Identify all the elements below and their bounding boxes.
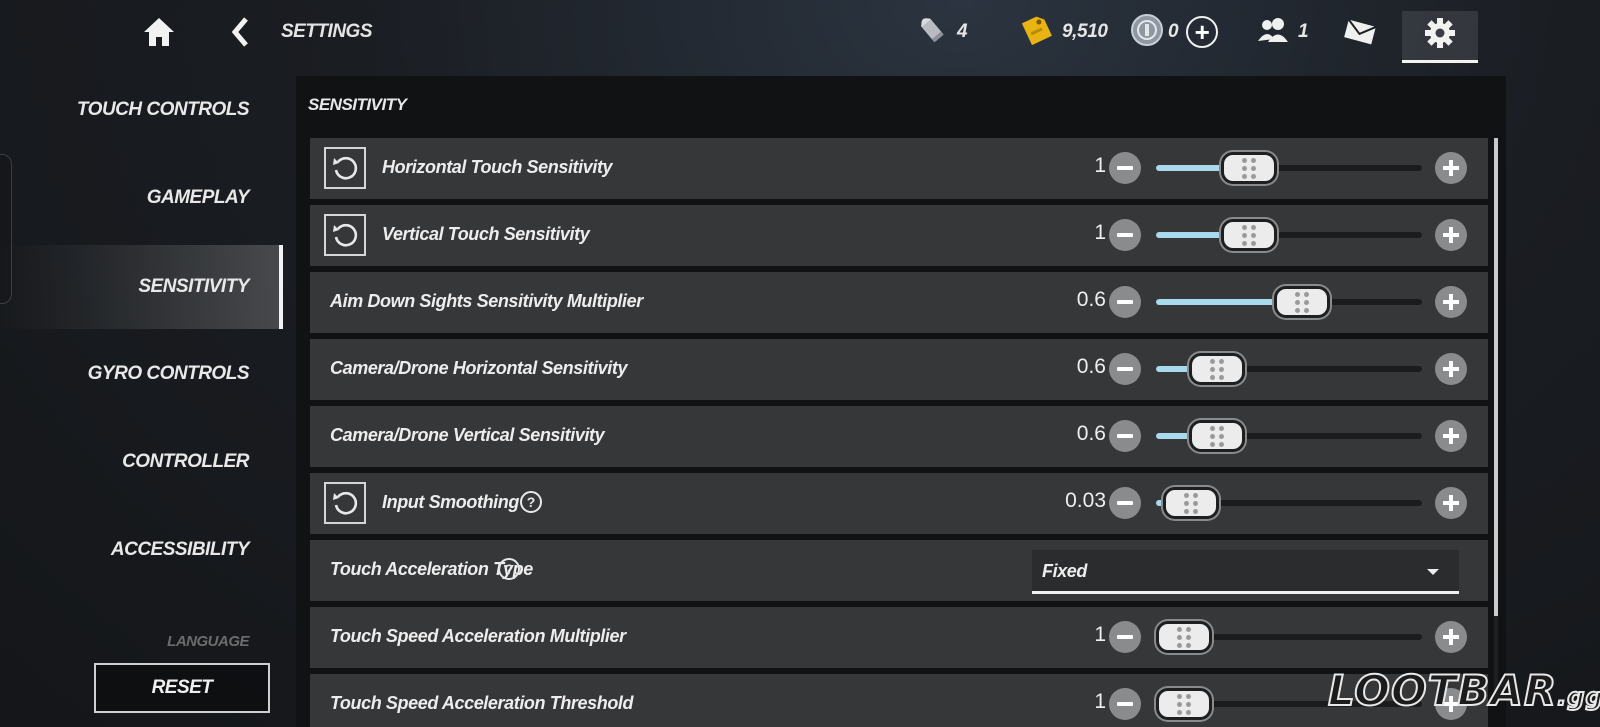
slider-track[interactable] xyxy=(1156,219,1422,251)
setting-row-touch-speed-acceleration-multiplier: Touch Speed Acceleration Multiplier 1 xyxy=(310,607,1488,668)
renown-count: 9,510 xyxy=(1062,21,1108,42)
increase-button[interactable] xyxy=(1435,621,1467,653)
slider-track[interactable] xyxy=(1156,353,1422,385)
slider-track[interactable] xyxy=(1156,487,1422,519)
add-credits-button[interactable]: + xyxy=(1186,16,1219,48)
decrease-button[interactable] xyxy=(1109,621,1141,653)
decrease-button[interactable] xyxy=(1109,286,1141,318)
sidebar-item-sensitivity[interactable]: SENSITIVITY xyxy=(0,245,283,329)
r6-credits-counter: 0 + xyxy=(1130,13,1219,52)
slider-track[interactable] xyxy=(1156,286,1422,318)
gear-icon xyxy=(1424,17,1456,54)
reset-default-icon[interactable] xyxy=(324,214,366,256)
setting-label: Aim Down Sights Sensitivity Multiplier xyxy=(330,291,643,311)
home-icon[interactable] xyxy=(142,16,176,48)
setting-label: Camera/Drone Vertical Sensitivity xyxy=(330,425,605,445)
reset-default-icon[interactable] xyxy=(324,482,366,524)
scrollbar-thumb[interactable] xyxy=(1494,138,1498,616)
sidebar-item-language[interactable]: LANGUAGE xyxy=(0,620,257,650)
setting-row-touch-speed-acceleration-threshold: Touch Speed Acceleration Threshold 1 xyxy=(310,674,1488,727)
back-arrow-icon[interactable] xyxy=(230,16,252,48)
setting-value: 0.03 xyxy=(1065,489,1106,512)
decrease-button[interactable] xyxy=(1109,688,1141,720)
slider-track[interactable] xyxy=(1156,152,1422,184)
decrease-button[interactable] xyxy=(1109,487,1141,519)
help-icon[interactable]: ? xyxy=(498,558,520,580)
decrease-button[interactable] xyxy=(1109,353,1141,385)
top-bar: SETTINGS 4 9,510 0 + 1 xyxy=(0,0,1600,64)
section-title: SENSITIVITY xyxy=(308,95,407,114)
setting-value: 1 xyxy=(1094,690,1106,713)
sidebar-item-gyro-controls[interactable]: GYRO CONTROLS xyxy=(0,332,257,416)
slider-track[interactable] xyxy=(1156,621,1422,653)
touch-acceleration-type-dropdown[interactable]: Fixed xyxy=(1032,550,1459,594)
reset-button[interactable]: RESET xyxy=(94,663,270,713)
setting-value: 1 xyxy=(1094,154,1106,177)
ammo-count: 4 xyxy=(957,21,968,42)
friends-icon xyxy=(1256,15,1290,50)
increase-button[interactable] xyxy=(1435,219,1467,251)
setting-label: Input Smoothing xyxy=(382,492,519,512)
setting-label: Vertical Touch Sensitivity xyxy=(382,224,590,244)
friends-count: 1 xyxy=(1298,21,1309,42)
slider-thumb[interactable] xyxy=(1163,487,1219,519)
setting-value: 1 xyxy=(1094,221,1106,244)
setting-label: Touch Speed Acceleration Multiplier xyxy=(330,626,626,646)
slider-thumb[interactable] xyxy=(1221,219,1277,251)
help-icon[interactable]: ? xyxy=(520,491,542,513)
slider-thumb[interactable] xyxy=(1189,420,1245,452)
slider-thumb[interactable] xyxy=(1156,688,1212,720)
setting-row-vertical-touch-sensitivity: Vertical Touch Sensitivity 1 xyxy=(310,205,1488,266)
setting-row-touch-acceleration-type: Touch Acceleration Type? Fixed xyxy=(310,540,1488,601)
increase-button[interactable] xyxy=(1435,286,1467,318)
setting-value: 0.6 xyxy=(1076,288,1106,311)
setting-row-horizontal-touch-sensitivity: Horizontal Touch Sensitivity 1 xyxy=(310,138,1488,199)
dropdown-selected-value: Fixed xyxy=(1042,561,1088,581)
setting-row-input-smoothing: Input Smoothing? 0.03 xyxy=(310,473,1488,534)
setting-row-camera-drone-vertical-sensitivity: Camera/Drone Vertical Sensitivity 0.6 xyxy=(310,406,1488,467)
increase-button[interactable] xyxy=(1435,353,1467,385)
r6-credits-count: 0 xyxy=(1168,21,1179,42)
setting-label: Touch Speed Acceleration Threshold xyxy=(330,693,634,713)
slider-thumb[interactable] xyxy=(1274,286,1330,318)
friends-button[interactable]: 1 xyxy=(1256,14,1309,50)
ammo-icon xyxy=(915,13,949,52)
settings-panel: SENSITIVITY Horizontal Touch Sensitivity… xyxy=(296,76,1506,727)
decrease-button[interactable] xyxy=(1109,219,1141,251)
mail-icon[interactable] xyxy=(1344,18,1377,46)
setting-value: 0.6 xyxy=(1076,422,1106,445)
reset-default-icon[interactable] xyxy=(324,147,366,189)
decrease-button[interactable] xyxy=(1109,420,1141,452)
setting-value: 1 xyxy=(1094,623,1106,646)
increase-button[interactable] xyxy=(1435,420,1467,452)
setting-row-camera-drone-horizontal-sensitivity: Camera/Drone Horizontal Sensitivity 0.6 xyxy=(310,339,1488,400)
setting-value: 0.6 xyxy=(1076,355,1106,378)
slider-thumb[interactable] xyxy=(1156,621,1212,653)
renown-counter[interactable]: 9,510 xyxy=(1018,14,1108,50)
settings-sidebar: TOUCH CONTROLS GAMEPLAY SENSITIVITY GYRO… xyxy=(0,64,285,727)
r6-credits-coin-icon xyxy=(1130,13,1164,52)
chevron-down-icon xyxy=(1427,569,1439,575)
sidebar-item-gameplay[interactable]: GAMEPLAY xyxy=(0,156,257,240)
settings-gear-tab[interactable] xyxy=(1402,11,1478,63)
slider-thumb[interactable] xyxy=(1221,152,1277,184)
page-title: SETTINGS xyxy=(281,21,373,42)
increase-button[interactable] xyxy=(1435,487,1467,519)
sidebar-item-accessibility[interactable]: ACCESSIBILITY xyxy=(0,508,257,592)
slider-thumb[interactable] xyxy=(1189,353,1245,385)
ammo-counter[interactable]: 4 xyxy=(915,13,968,52)
lootbar-watermark: LOOTBAR.gg xyxy=(1327,665,1600,716)
increase-button[interactable] xyxy=(1435,152,1467,184)
slider-track[interactable] xyxy=(1156,420,1422,452)
decrease-button[interactable] xyxy=(1109,152,1141,184)
sidebar-item-controller[interactable]: CONTROLLER xyxy=(0,420,257,504)
credits-tag-icon xyxy=(1018,12,1054,53)
setting-label: Horizontal Touch Sensitivity xyxy=(382,157,613,177)
sidebar-item-touch-controls[interactable]: TOUCH CONTROLS xyxy=(0,68,257,152)
setting-label: Camera/Drone Horizontal Sensitivity xyxy=(330,358,628,378)
setting-row-aim-down-sights-sensitivity-multiplier: Aim Down Sights Sensitivity Multiplier 0.… xyxy=(310,272,1488,333)
